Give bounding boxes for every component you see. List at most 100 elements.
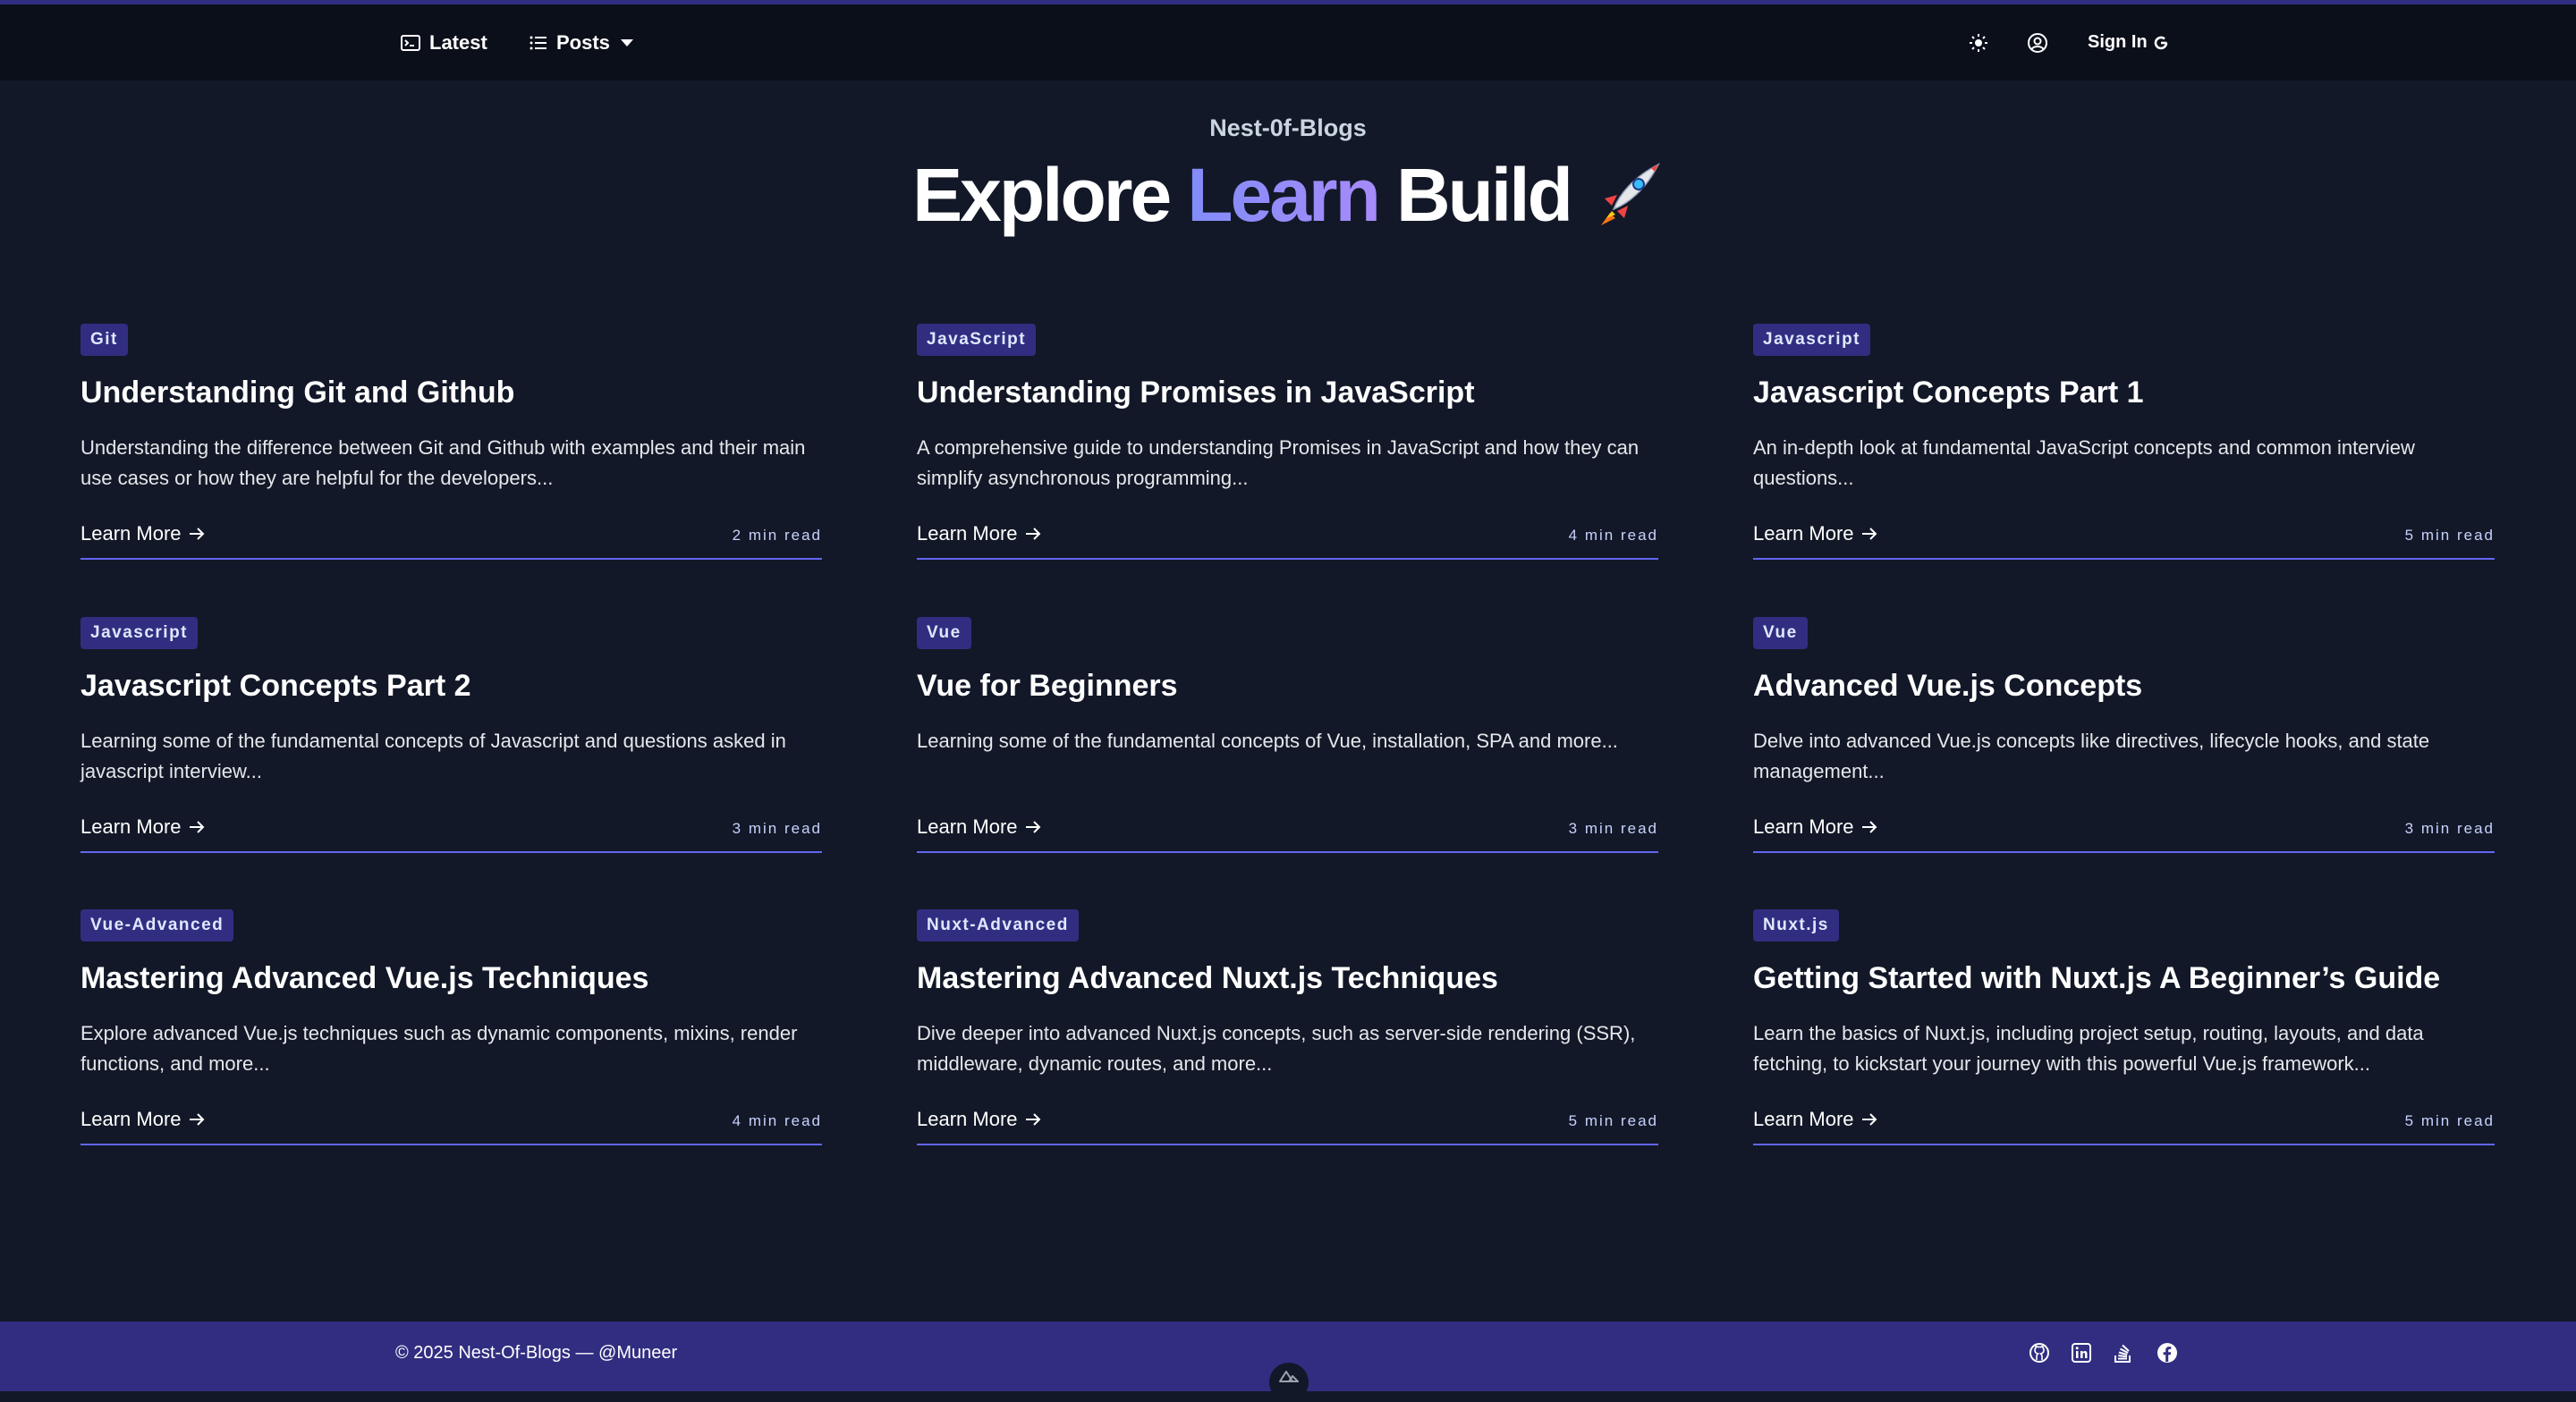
learn-more-link[interactable]: Learn More [917,1108,1041,1131]
stackoverflow-icon [2114,1344,2131,1363]
read-time: 5 min read [1568,1112,1658,1129]
arrow-right-icon [1025,1113,1040,1126]
arrow-right-icon [1861,528,1877,540]
learn-more-link[interactable]: Learn More [917,815,1041,839]
sun-icon [1970,33,1987,52]
arrow-right-icon [1025,821,1040,833]
post-card: Javascript Javascript Concepts Part 1 An… [1753,324,2495,560]
post-tag[interactable]: Nuxt-Advanced [917,909,1079,942]
learn-more-label: Learn More [80,522,182,545]
sign-in-button[interactable]: Sign In [2088,4,2169,80]
post-card: Nuxt-Advanced Mastering Advanced Nuxt.js… [917,909,1658,1145]
learn-more-label: Learn More [80,1108,182,1130]
nuxt-devtools-badge[interactable] [1269,1363,1309,1402]
hero-word-build: Build [1395,152,1573,237]
github-link[interactable] [2029,1322,2050,1384]
post-card: JavaScript Understanding Promises in Jav… [917,324,1658,560]
learn-more-link[interactable]: Learn More [80,1108,205,1131]
read-time: 5 min read [2404,1112,2495,1129]
learn-more-label: Learn More [1753,815,1854,838]
footer-copyright: © 2025 Nest-Of-Blogs — @Muneer [395,1342,678,1363]
post-description: Dive deeper into advanced Nuxt.js concep… [917,1022,1636,1075]
post-tag[interactable]: Nuxt.js [1753,909,1839,942]
learn-more-link[interactable]: Learn More [1753,815,1877,839]
post-description: Explore advanced Vue.js techniques such … [80,1022,798,1075]
nuxt-icon [1279,1371,1299,1382]
post-title[interactable]: Advanced Vue.js Concepts [1753,669,2142,704]
read-time: 2 min read [732,527,822,544]
post-description: Learn the basics of Nuxt.js, including p… [1753,1022,2424,1075]
post-title[interactable]: Understanding Promises in JavaScript [917,376,1475,410]
read-time: 3 min read [2404,820,2495,837]
post-card: Vue-Advanced Mastering Advanced Vue.js T… [80,909,822,1145]
post-title[interactable]: Getting Started with Nuxt.js A Beginner’… [1753,961,2440,996]
post-tag[interactable]: Vue [1753,617,1808,649]
learn-more-link[interactable]: Learn More [80,522,205,545]
post-description: A comprehensive guide to understanding P… [917,436,1640,489]
post-card: Git Understanding Git and Github Underst… [80,324,822,560]
post-card: Vue Vue for Beginners Learning some of t… [917,617,1658,853]
linkedin-link[interactable] [2072,1322,2091,1384]
learn-more-link[interactable]: Learn More [1753,1108,1877,1131]
learn-more-label: Learn More [917,1108,1018,1130]
post-description: Delve into advanced Vue.js concepts like… [1753,730,2430,782]
linkedin-icon [2072,1343,2091,1363]
nav-posts-label: Posts [556,30,610,54]
post-description: Understanding the difference between Git… [80,436,806,489]
navbar: Latest Posts Sign In [0,4,2576,80]
post-title[interactable]: Understanding Git and Github [80,376,514,410]
hero-word-explore: Explore [912,152,1172,237]
hero-word-learn: Learn [1187,152,1381,237]
user-profile-button[interactable] [2027,4,2048,80]
learn-more-label: Learn More [1753,1108,1854,1130]
learn-more-link[interactable]: Learn More [1753,522,1877,545]
nav-posts-dropdown[interactable]: Posts [530,4,633,80]
post-title[interactable]: Mastering Advanced Vue.js Techniques [80,961,648,996]
google-icon [2154,36,2167,49]
read-time: 4 min read [1568,527,1658,544]
arrow-right-icon [1025,528,1040,540]
learn-more-link[interactable]: Learn More [80,815,205,839]
learn-more-label: Learn More [1753,522,1854,545]
post-title[interactable]: Mastering Advanced Nuxt.js Techniques [917,961,1498,996]
nav-latest-link[interactable]: Latest [401,4,487,80]
facebook-link[interactable] [2157,1322,2178,1384]
terminal-icon [401,34,420,51]
post-tag[interactable]: JavaScript [917,324,1037,356]
github-icon [2029,1343,2049,1363]
post-card: Javascript Javascript Concepts Part 2 Le… [80,617,822,853]
read-time: 4 min read [732,1112,822,1129]
nav-latest-label: Latest [429,30,487,54]
list-icon [530,36,547,49]
hero-title: Explore Learn Build [0,150,2576,240]
post-tag[interactable]: Javascript [1753,324,1871,356]
arrow-right-icon [189,528,204,540]
learn-more-label: Learn More [917,815,1018,838]
post-tag[interactable]: Vue [917,617,971,649]
post-card: Vue Advanced Vue.js Concepts Delve into … [1753,617,2495,853]
read-time: 3 min read [732,820,822,837]
post-description: Learning some of the fundamental concept… [917,730,1618,752]
theme-toggle-button[interactable] [1969,4,1988,80]
learn-more-link[interactable]: Learn More [917,522,1041,545]
post-title[interactable]: Vue for Beginners [917,669,1178,704]
post-title[interactable]: Javascript Concepts Part 1 [1753,376,2144,410]
sign-in-label: Sign In [2088,32,2148,52]
read-time: 3 min read [1568,820,1658,837]
post-tag[interactable]: Git [80,324,128,356]
arrow-right-icon [1861,821,1877,833]
learn-more-label: Learn More [917,522,1018,545]
stackoverflow-link[interactable] [2113,1322,2132,1384]
post-description: Learning some of the fundamental concept… [80,730,786,782]
arrow-right-icon [189,1113,204,1126]
post-title[interactable]: Javascript Concepts Part 2 [80,669,471,704]
learn-more-label: Learn More [80,815,182,838]
post-tag[interactable]: Vue-Advanced [80,909,234,942]
rocket-icon [1600,163,1660,225]
read-time: 5 min read [2404,527,2495,544]
site-name: Nest-0f-Blogs [1209,114,1367,141]
post-description: An in-depth look at fundamental JavaScri… [1753,436,2415,489]
chevron-down-icon [620,38,633,46]
post-tag[interactable]: Javascript [80,617,199,649]
facebook-icon [2157,1343,2177,1363]
